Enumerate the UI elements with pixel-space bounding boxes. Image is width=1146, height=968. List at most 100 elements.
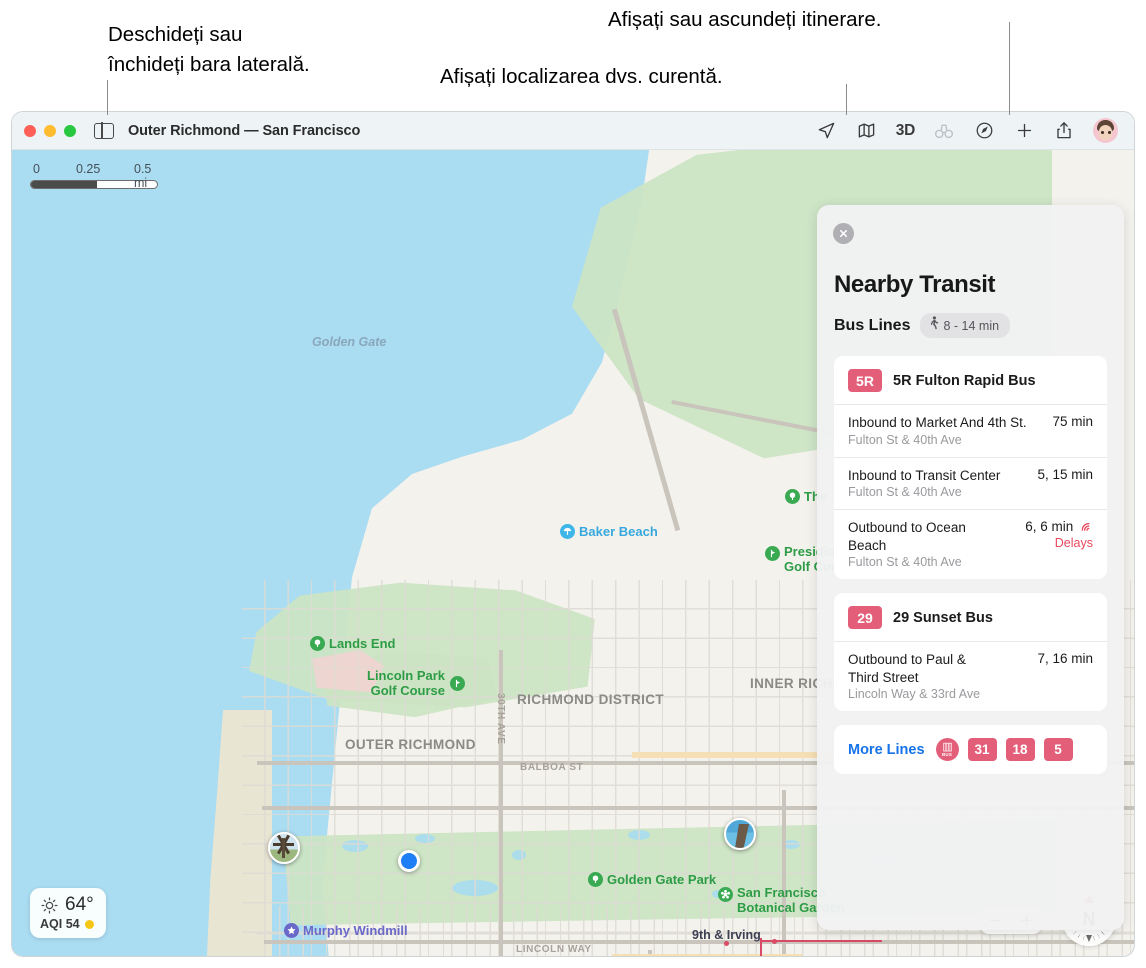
leader-line-sidebar xyxy=(107,80,108,115)
map-poi-baker-beach[interactable]: Baker Beach xyxy=(560,523,658,541)
departure-direction: Inbound to Market And 4th St. xyxy=(848,415,1027,430)
panel-title: Nearby Transit xyxy=(834,271,996,298)
park-icon xyxy=(785,489,800,504)
panel-header: Nearby Transit Bus Lines 8 - 14 min xyxy=(817,205,1124,338)
park-icon xyxy=(310,636,325,651)
departure-direction: Inbound to Transit Center xyxy=(848,467,1001,483)
weather-widget[interactable]: 64° AQI 54 xyxy=(30,888,106,938)
departure-row[interactable]: Inbound to Market And 4th St. Fulton St … xyxy=(834,404,1107,457)
map-poi-golden-gate-park[interactable]: Golden Gate Park xyxy=(588,871,716,889)
scale-mid: 0.25 xyxy=(76,162,101,176)
map-canvas[interactable]: 0 0.25 0.5 mi Golden Gate RICHMOND DISTR… xyxy=(12,150,1134,956)
departure-row[interactable]: Outbound to Ocean Beach Fulton St & 40th… xyxy=(834,509,1107,579)
maximize-window-button[interactable] xyxy=(64,124,76,137)
line-name: 29 Sunset Bus xyxy=(893,609,993,626)
line-header[interactable]: 5R 5R Fulton Rapid Bus xyxy=(834,356,1107,404)
line-badge: 29 xyxy=(848,606,882,629)
aqi-status-dot xyxy=(84,919,94,929)
departure-alert: Delays xyxy=(1054,536,1093,550)
departure-time: 7, 16 min xyxy=(1037,651,1093,666)
map-label-balboa-st: BALBOA ST xyxy=(520,762,584,773)
add-button[interactable] xyxy=(1013,120,1035,142)
more-line-badge[interactable]: 5 xyxy=(1043,738,1073,761)
leader-line-itinerary xyxy=(1009,22,1010,115)
traffic-lights xyxy=(24,124,76,137)
departure-stop: Fulton St & 40th Ave xyxy=(848,432,962,447)
map-label-outer-richmond: OUTER RICHMOND xyxy=(345,737,476,752)
golf-icon xyxy=(450,675,466,691)
walk-time-chip: 8 - 14 min xyxy=(920,313,1011,338)
transit-line-card[interactable]: 5R 5R Fulton Rapid Bus Inbound to Market… xyxy=(834,356,1107,579)
bus-icon: ▥ BUS xyxy=(935,738,959,761)
departure-time: 5, 15 min xyxy=(1037,466,1093,482)
departure-time: 75 min xyxy=(1052,414,1093,429)
compass-south-needle xyxy=(1086,935,1092,942)
scale-max: 0.5 mi xyxy=(134,162,152,190)
map-road xyxy=(782,790,786,956)
close-icon[interactable] xyxy=(833,223,854,244)
share-icon[interactable] xyxy=(1053,120,1075,142)
callout-location-text: Afișați localizarea dvs. curentă. xyxy=(440,65,723,88)
minimize-window-button[interactable] xyxy=(44,124,56,137)
map-poi-murphy-windmill[interactable]: Murphy Windmill xyxy=(284,922,408,940)
binoculars-icon[interactable] xyxy=(933,120,955,142)
departure-direction: Outbound to Paul & Third Street xyxy=(848,652,966,685)
location-arrow-icon[interactable] xyxy=(816,120,838,142)
map-photo-marker-windmill[interactable] xyxy=(268,832,300,864)
golf-icon xyxy=(765,546,780,561)
park-icon xyxy=(588,872,603,887)
three-d-button[interactable]: 3D xyxy=(896,122,916,140)
more-line-badge[interactable]: 18 xyxy=(1005,738,1035,761)
bus-icon-word: BUS xyxy=(941,751,953,757)
beach-icon xyxy=(560,524,575,539)
map-scale-bar: 0 0.25 0.5 mi xyxy=(30,162,158,190)
departure-stop: Fulton St & 40th Ave xyxy=(848,555,962,569)
sidebar-toggle-icon[interactable] xyxy=(94,121,114,140)
avatar[interactable] xyxy=(1093,118,1118,143)
transit-lines-list: 5R 5R Fulton Rapid Bus Inbound to Market… xyxy=(817,338,1124,774)
weather-aqi: AQI 54 xyxy=(40,917,80,931)
delay-signal-icon xyxy=(1076,520,1093,535)
map-label-30th-ave: 30TH AVE xyxy=(495,693,506,745)
map-icon[interactable] xyxy=(856,120,878,142)
line-header[interactable]: 29 29 Sunset Bus xyxy=(834,593,1107,641)
nearby-transit-panel: Nearby Transit Bus Lines 8 - 14 min 5R 5… xyxy=(817,205,1124,930)
line-badge: 5R xyxy=(848,369,882,392)
more-lines-label[interactable]: More Lines xyxy=(848,742,925,758)
weather-temp: 64° xyxy=(65,894,94,915)
page-title: Outer Richmond — San Francisco xyxy=(128,122,361,139)
map-label-golden-gate: Golden Gate xyxy=(312,335,387,349)
window-titlebar: Outer Richmond — San Francisco 3D xyxy=(12,112,1134,150)
leader-line-location xyxy=(846,84,847,115)
walking-icon xyxy=(928,316,939,335)
map-road-commercial xyxy=(632,752,842,758)
transit-line-card[interactable]: 29 29 Sunset Bus Outbound to Paul & Thir… xyxy=(834,593,1107,711)
transit-compass-icon[interactable] xyxy=(973,120,995,142)
departure-direction: Outbound to Ocean Beach xyxy=(848,520,966,553)
departure-row[interactable]: Outbound to Paul & Third Street Lincoln … xyxy=(834,641,1107,711)
map-label-lincoln-way: LINCOLN WAY xyxy=(516,944,592,955)
callout-itinerary-text: Afișați sau ascundeți itinerare. xyxy=(608,8,882,31)
map-route-stop xyxy=(772,939,777,944)
landmark-star-icon xyxy=(284,923,299,938)
scale-zero: 0 xyxy=(33,162,40,176)
departure-row[interactable]: Inbound to Transit Center Fulton St & 40… xyxy=(834,456,1107,510)
toolbar: 3D xyxy=(816,118,1122,143)
panel-subhead: Bus Lines xyxy=(834,316,911,334)
map-road-commercial xyxy=(612,954,802,956)
more-lines-card[interactable]: More Lines ▥ BUS 31 18 5 xyxy=(834,725,1107,774)
map-photo-marker-tower[interactable] xyxy=(724,818,756,850)
map-poi-lincoln-park-golf[interactable]: Lincoln Park Golf Course xyxy=(367,668,466,698)
map-poi-lands-end[interactable]: Lands End xyxy=(310,635,395,653)
garden-icon xyxy=(718,887,733,902)
map-stop-9th-irving: 9th & Irving xyxy=(692,928,761,942)
close-window-button[interactable] xyxy=(24,124,36,137)
sun-icon xyxy=(40,896,59,915)
walk-time-text: 8 - 14 min xyxy=(943,318,1000,333)
departure-time: 6, 6 min xyxy=(1025,519,1074,534)
departure-stop: Lincoln Way & 33rd Ave xyxy=(848,687,981,701)
map-label-richmond-district: RICHMOND DISTRICT xyxy=(517,692,665,707)
current-location-dot xyxy=(398,850,420,872)
departure-stop: Fulton St & 40th Ave xyxy=(848,485,962,499)
more-line-badge[interactable]: 31 xyxy=(967,738,997,761)
